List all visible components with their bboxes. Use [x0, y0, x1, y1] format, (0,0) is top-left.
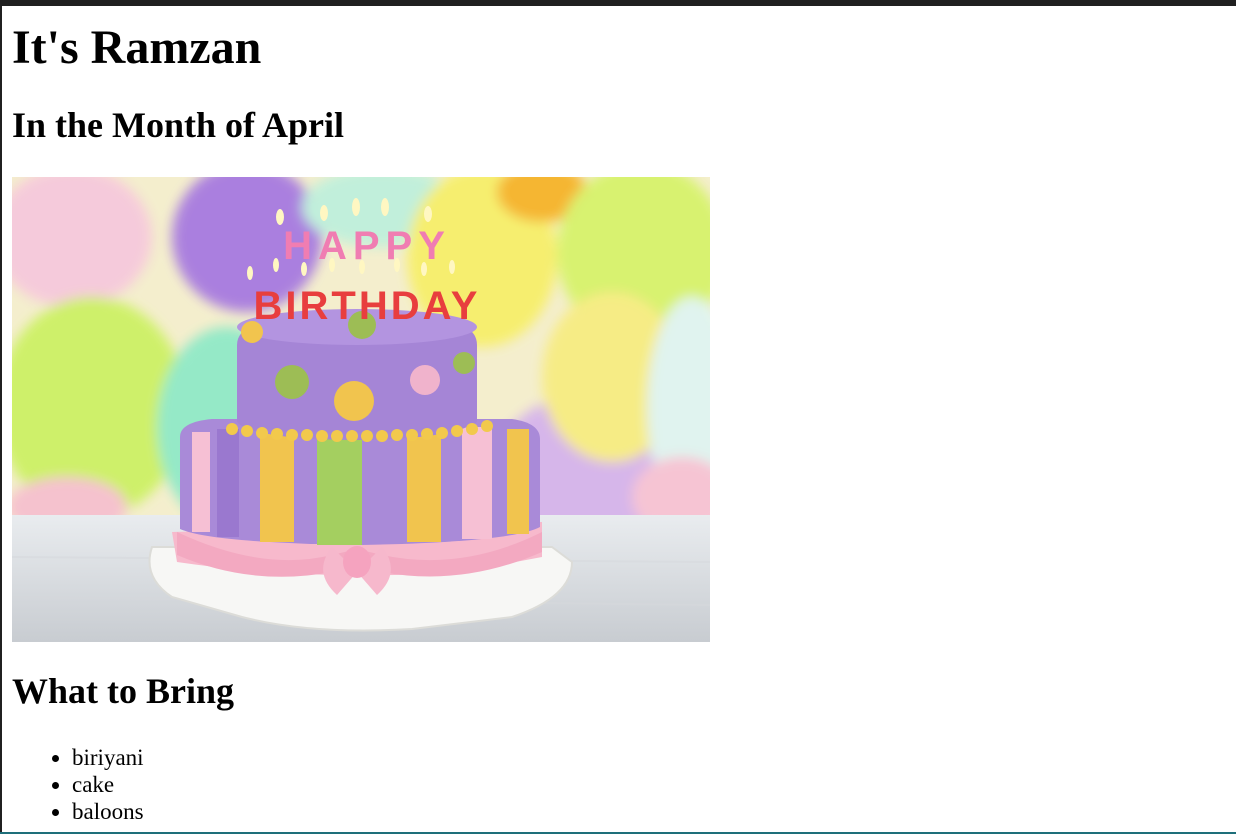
page-title: It's Ramzan [12, 21, 262, 74]
candles-birthday: BIRTHDAY [254, 284, 481, 328]
list-item: cake [72, 771, 144, 798]
birthday-cake-image: HAPPY BIRTHDAY [12, 177, 710, 642]
window-left-border [0, 6, 2, 834]
candles-happy: HAPPY [283, 224, 451, 268]
list-item: biriyani [72, 744, 144, 771]
page-subtitle: In the Month of April [12, 105, 345, 145]
section-heading: What to Bring [12, 671, 235, 711]
window-top-bar [0, 0, 1236, 6]
bring-list: biriyani cake baloons [72, 744, 144, 825]
list-item: baloons [72, 798, 144, 825]
